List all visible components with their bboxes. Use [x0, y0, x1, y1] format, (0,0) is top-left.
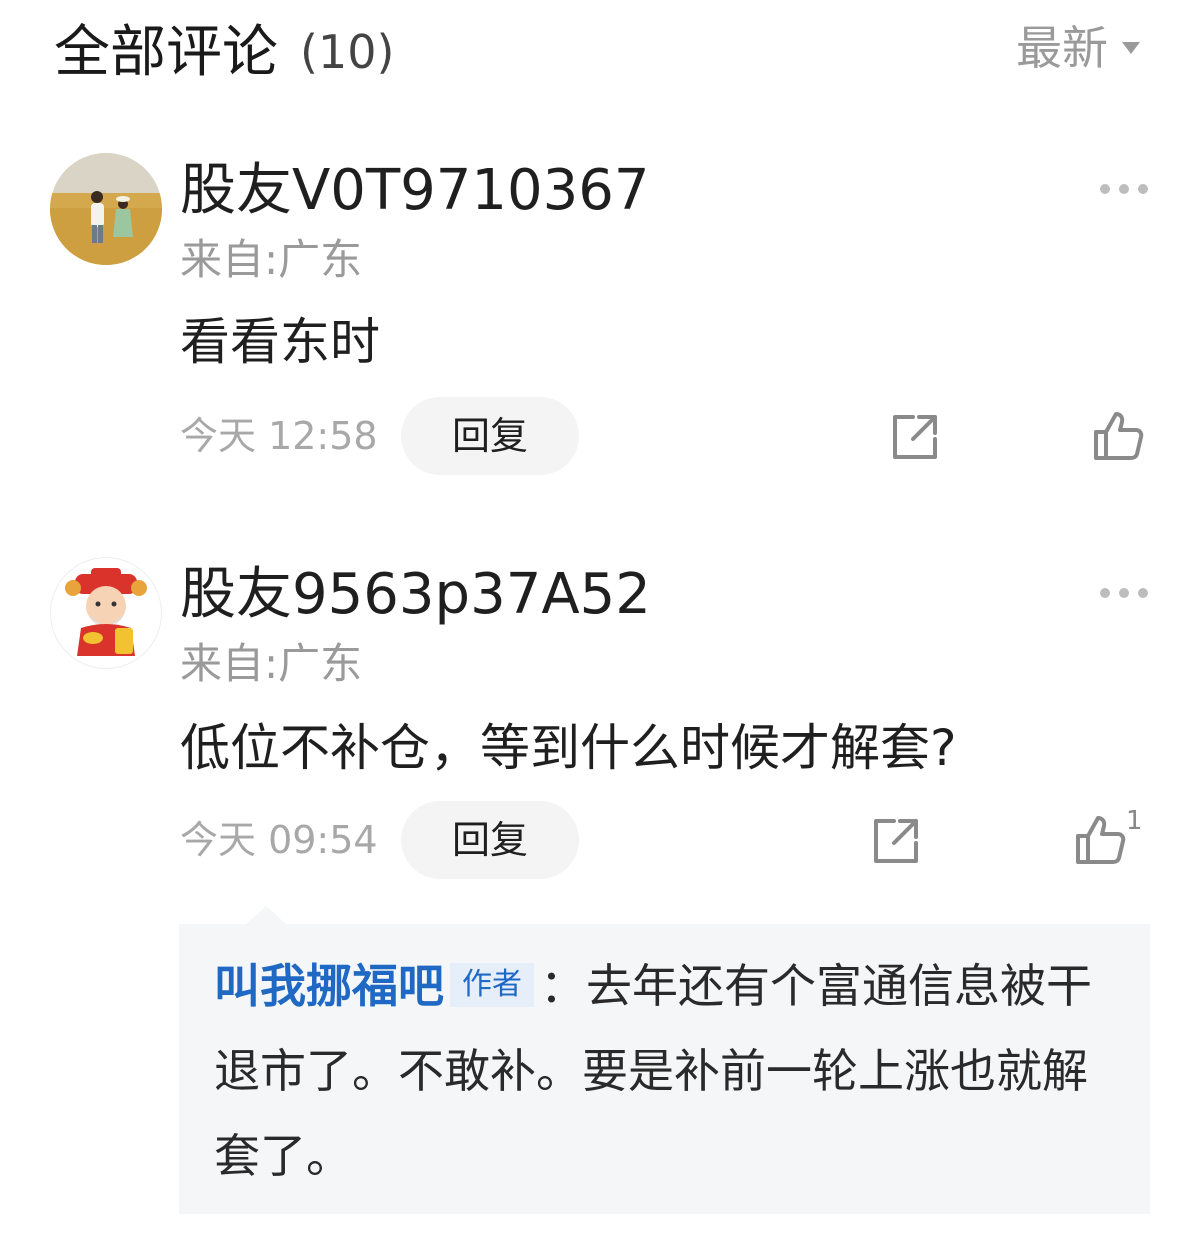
comment-time: 今天 12:58	[180, 414, 378, 458]
thumbs-up-icon[interactable]	[1090, 408, 1146, 464]
comment-content: 看看东时	[180, 313, 380, 371]
sort-dropdown[interactable]: 最新	[1016, 20, 1140, 76]
avatar[interactable]	[50, 557, 162, 669]
username[interactable]: 股友V0T9710367	[180, 158, 650, 224]
user-location: 来自:广东	[180, 639, 363, 688]
more-icon[interactable]	[1100, 183, 1148, 195]
comment-count: (10)	[300, 25, 395, 79]
sort-label: 最新	[1016, 21, 1108, 75]
caret-down-icon	[1122, 42, 1140, 54]
like-count: 1	[1126, 806, 1143, 836]
avatar-cartoon	[65, 568, 147, 656]
reply-button[interactable]: 回复	[401, 801, 579, 879]
thumbs-up-icon[interactable]	[1072, 812, 1128, 868]
author-badge: 作者	[450, 963, 534, 1007]
user-location: 来自:广东	[180, 235, 363, 284]
avatar[interactable]	[50, 153, 162, 265]
reply-text-block: 叫我挪福吧 作者 ：去年还有个富通信息被干退市了。不敢补。要是补前一轮上涨也就解套了…	[214, 944, 1114, 1199]
reply-button[interactable]: 回复	[401, 397, 579, 475]
share-icon[interactable]	[868, 813, 924, 869]
reply-pointer	[246, 906, 286, 924]
share-icon[interactable]	[887, 409, 943, 465]
reply-author[interactable]: 叫我挪福吧	[214, 959, 444, 1013]
page-title: 全部评论	[54, 20, 278, 85]
comment-content: 低位不补仓，等到什么时候才解套?	[180, 719, 957, 777]
username[interactable]: 股友9563p37A52	[180, 562, 651, 628]
more-icon[interactable]	[1100, 587, 1148, 599]
comment-time: 今天 09:54	[180, 818, 378, 862]
avatar-photo	[50, 153, 162, 265]
reply-separator: ：	[540, 959, 586, 1013]
